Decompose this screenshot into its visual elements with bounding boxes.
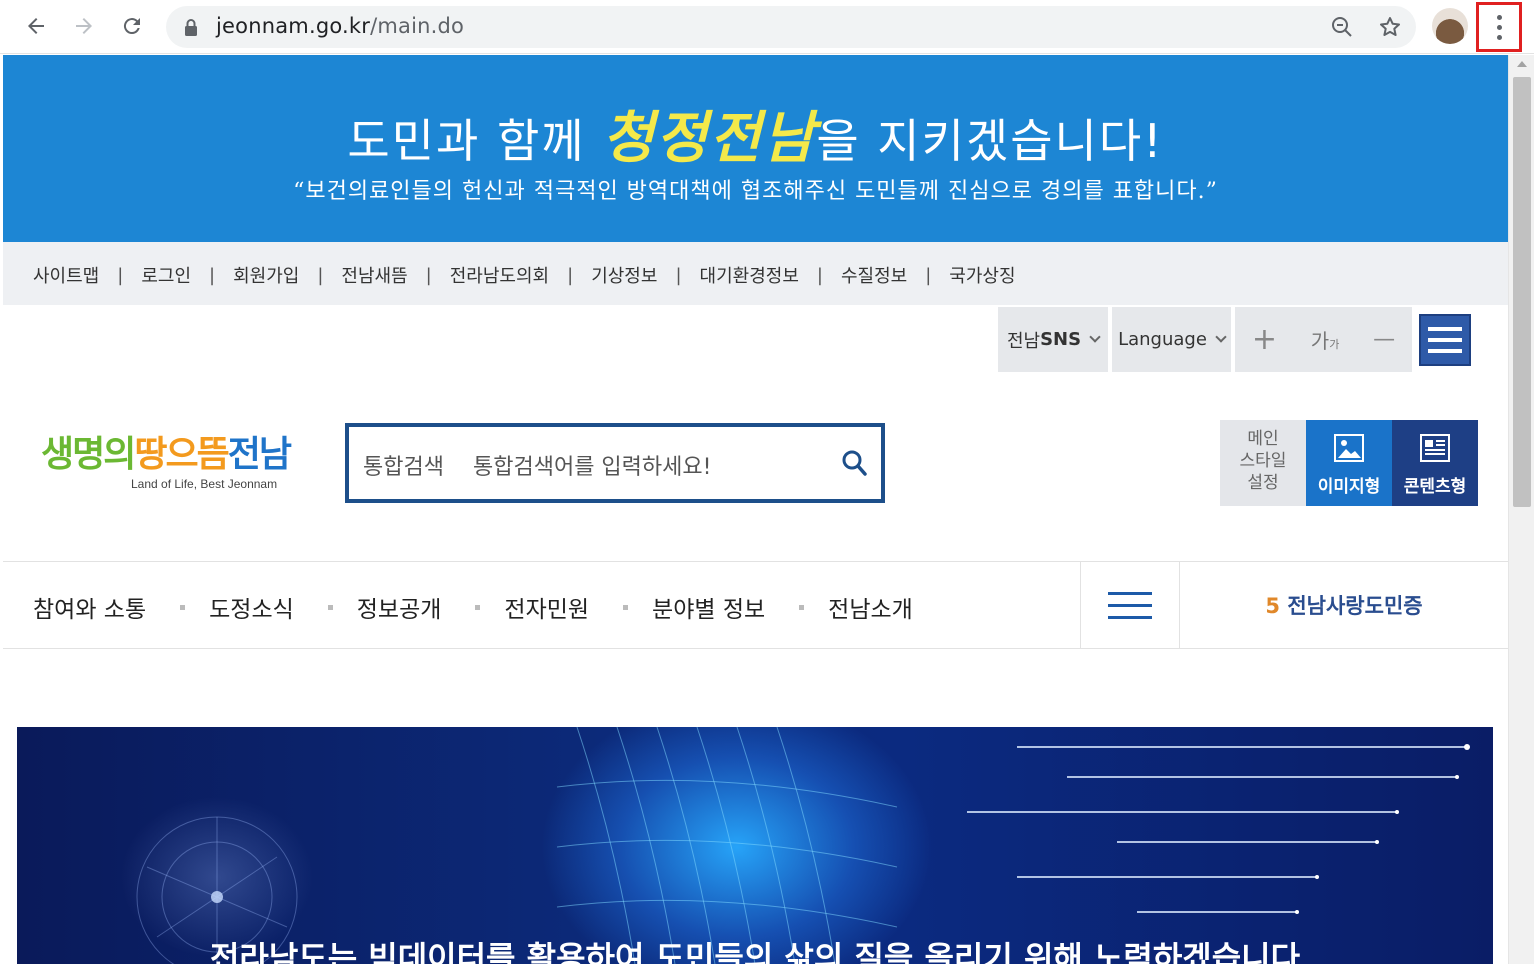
nav-item-label: 전자민원 [504,597,590,623]
hero-banner[interactable]: 전라남도는 빅데이터를 활용하여 도민들의 삶의 질을 올리기 위해 노력하겠습… [17,727,1493,964]
utility-link[interactable]: 전라남도의회 | [450,262,591,288]
main-navigation: 참여와 소통 도정소식 정보공개 전자민원 분야별 정보 전남소개 5 전남사랑도민증 [3,561,1508,649]
utility-link-label: 수질정보 [840,266,908,287]
url-text: jeonnam.go.kr/main.do [216,14,465,38]
scrollbar-thumb[interactable] [1513,77,1531,507]
image-icon [1334,434,1364,462]
forward-arrow-icon[interactable] [66,8,102,44]
utility-link-label: 국가상징 [949,266,1016,287]
sns-label-bold: SNS [1040,329,1082,350]
image-type-button[interactable]: 이미지형 [1306,420,1392,506]
separator: | [317,264,324,286]
hamburger-menu-icon[interactable] [1419,314,1471,366]
nav-item-label: 도정소식 [209,597,294,623]
utility-link-label: 대기환경정보 [699,266,799,287]
nav-separator-dot [799,604,805,610]
lock-icon [185,19,197,36]
zoom-icon[interactable] [1326,11,1358,43]
content-type-button[interactable]: 콘텐츠형 [1392,420,1478,506]
back-arrow-icon[interactable] [18,8,54,44]
utility-link[interactable]: 대기환경정보 | [700,262,841,288]
hero-caption: 전라남도는 빅데이터를 활용하여 도민들의 삶의 질을 올리기 위해 노력하겠습… [209,939,1301,964]
utility-link[interactable]: 국가상징 [949,262,1015,288]
sns-dropdown[interactable]: 전남 SNS [998,307,1108,372]
all-menu-icon[interactable] [1080,562,1180,648]
utility-link-label: 전남새뜸 [341,266,408,287]
font-size-label: 가가 [1310,329,1340,353]
nav-separator-dot [327,604,333,610]
logo-tagline: Land of Life, Best Jeonnam [131,477,278,491]
profile-avatar[interactable] [1432,8,1468,44]
utility-links: 사이트맵 | 로그인 | 회원가입 | 전남새뜸 | 전라남도의회 | 기상정보 | 대기환경정보 | 수질… [33,262,1016,288]
nav-item[interactable]: 정보공개 [294,590,442,624]
utility-link-label: 회원가입 [233,266,300,287]
utility-link-label: 기상정보 [591,266,658,287]
utility-link-label: 사이트맵 [33,266,100,287]
banner-quote: “보건의료인들의 헌신과 적극적인 방역대책에 협조해주신 도민들께 진심으로 … [293,179,1218,204]
utility-link[interactable]: 회원가입 | [233,262,341,288]
main-nav-list: 참여와 소통 도정소식 정보공개 전자민원 분야별 정보 전남소개 [33,590,913,624]
separator: | [209,264,216,286]
hero-artwork [136,727,1470,964]
search-label: 통합검색 [363,455,444,480]
utility-link[interactable]: 로그인 | [141,262,233,288]
nav-item-label: 분야별 정보 [652,597,766,623]
main-style-setting-label: 메인 스타일 설정 [1220,420,1306,506]
utility-link[interactable]: 사이트맵 | [33,262,141,288]
separator: | [675,264,682,286]
nav-item[interactable]: 전자민원 [441,590,589,624]
nav-item-label: 전남소개 [828,597,913,623]
separator: | [117,264,124,286]
nav-item[interactable]: 도정소식 [146,590,294,624]
nav-separator-dot [180,604,186,610]
nav-separator-dot [623,604,629,610]
utility-link-label: 로그인 [141,266,192,287]
language-dropdown[interactable]: Language [1112,307,1231,372]
nav-item[interactable]: 참여와 소통 [33,590,146,624]
separator: | [925,264,932,286]
nav-item-label: 참여와 소통 [33,597,147,623]
utility-link[interactable]: 기상정보 | [591,262,699,288]
font-decrease-button[interactable]: — [1373,327,1395,352]
browser-window: jeonnam.go.kr/main.do 도민과 함께 청정전남을 지키겠습니… [0,0,1534,964]
sns-label-prefix: 전남 [1006,330,1041,352]
kebab-menu-icon[interactable] [1476,2,1522,52]
utility-link[interactable]: 수질정보 | [841,262,949,288]
covid-banner[interactable]: 도민과 함께 청정전남을 지키겠습니다! “보건의료인들의 헌신과 적극적인 방… [3,55,1508,242]
utility-links-bar: 사이트맵 | 로그인 | 회원가입 | 전남새뜸 | 전라남도의회 | 기상정보 | 대기환경정보 | 수질… [3,242,1508,305]
address-bar[interactable]: jeonnam.go.kr/main.do [166,6,1416,48]
chevron-down-icon [1089,331,1101,343]
site-logo[interactable]: 생명의땅으뜸전남 Land of Life, Best Jeonnam [41,425,292,495]
search-box[interactable]: 통합검색 통합검색어를 입력하세요! [345,423,885,503]
scroll-up-arrow-icon[interactable] [1517,61,1527,67]
language-label: Language [1118,329,1207,350]
chevron-down-icon [1215,331,1227,343]
nav-separator-dot [475,604,481,610]
nav-item[interactable]: 전남소개 [765,590,913,624]
font-increase-button[interactable]: + [1252,322,1277,357]
star-icon[interactable] [1374,11,1406,43]
separator: | [425,264,432,286]
utility-link-label: 전라남도의회 [449,266,550,287]
jeonnam-love-card-link[interactable]: 5 전남사랑도민증 [1181,590,1507,620]
browser-toolbar: jeonnam.go.kr/main.do [0,0,1534,54]
document-icon [1420,434,1450,462]
separator: | [816,264,823,286]
nav-item-label: 정보공개 [356,597,442,623]
vertical-scrollbar[interactable] [1508,55,1534,964]
page-viewport: 도민과 함께 청정전남을 지키겠습니다! “보건의료인들의 헌신과 적극적인 방… [3,55,1508,964]
nav-item[interactable]: 분야별 정보 [589,590,765,624]
search-icon[interactable] [841,449,867,479]
font-size-controls: + 가가 — [1235,307,1412,372]
banner-headline: 도민과 함께 청정전남을 지키겠습니다! [347,106,1164,171]
reload-icon[interactable] [114,8,150,44]
separator: | [567,264,574,286]
utility-link[interactable]: 전남새뜸 | [341,262,449,288]
search-input[interactable]: 통합검색어를 입력하세요! [473,449,711,481]
logo-wordmark: 생명의땅으뜸전남 [41,434,292,475]
